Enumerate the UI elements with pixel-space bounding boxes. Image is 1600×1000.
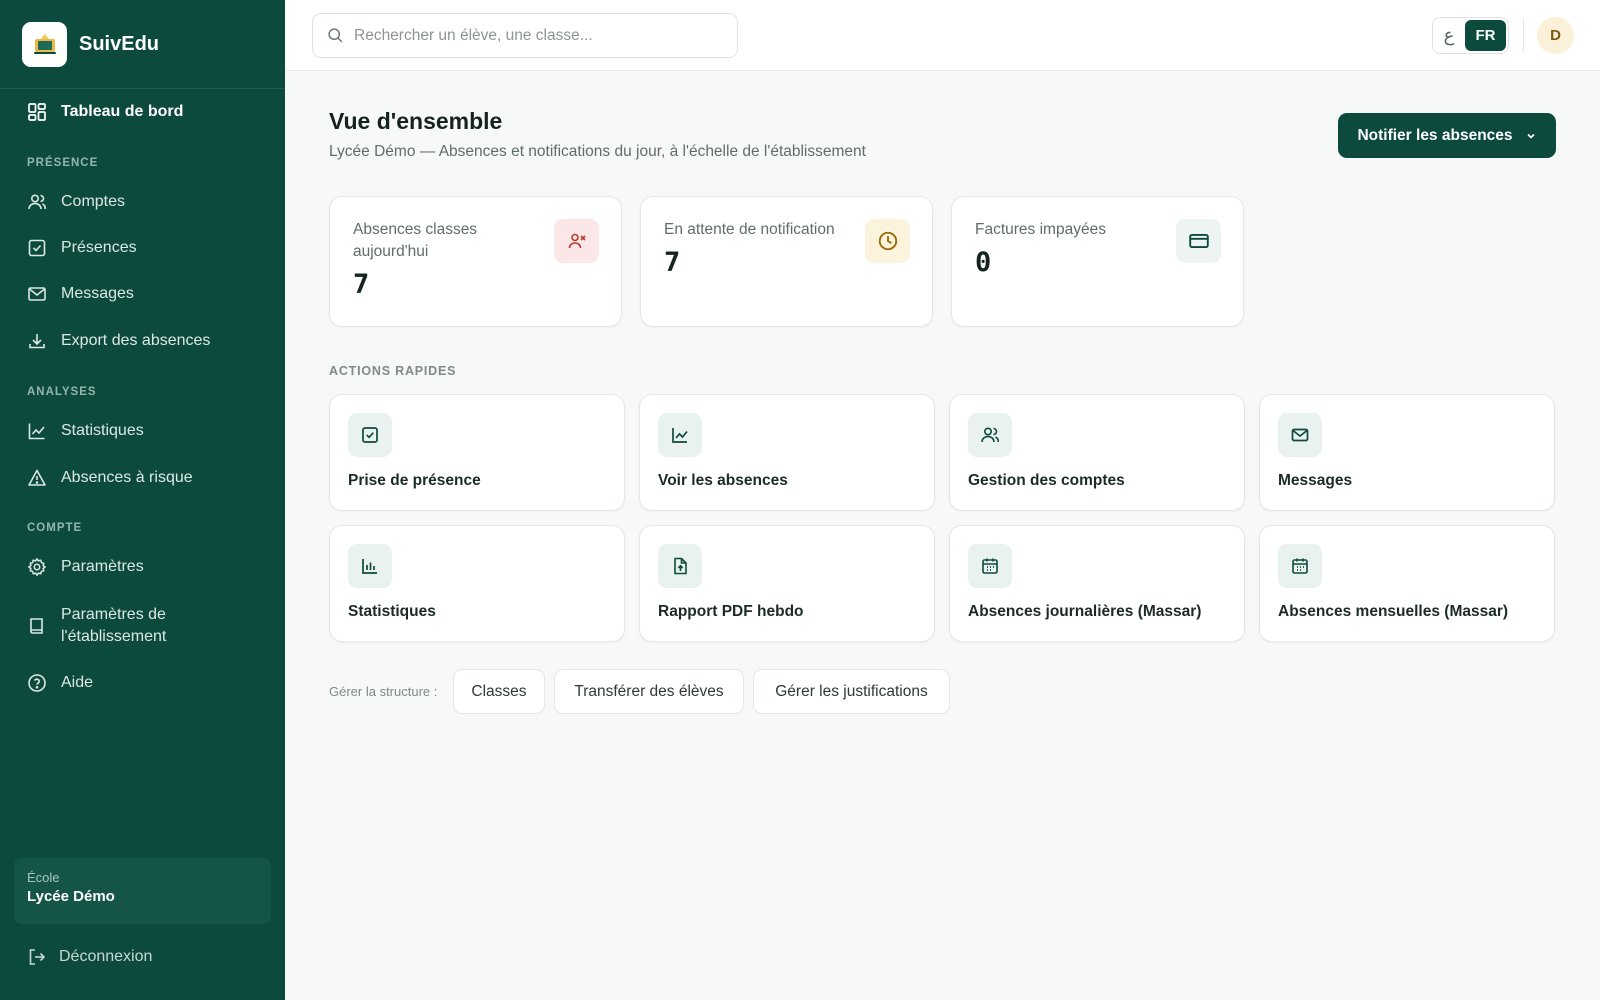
action-label: Statistiques	[348, 603, 436, 620]
sidebar-item-parametres[interactable]: Paramètres	[0, 554, 285, 580]
section-presence: PRÉSENCE	[27, 157, 99, 169]
sidebar-item-label: Tableau de bord	[61, 103, 184, 120]
school-name: Lycée Démo	[27, 888, 115, 905]
search-box[interactable]	[312, 13, 738, 58]
gear-icon	[28, 558, 46, 576]
users-icon	[968, 413, 1012, 457]
brand-name: SuivEdu	[79, 32, 160, 55]
sidebar-item-label: Messages	[61, 285, 134, 302]
section-compte: COMPTE	[27, 522, 83, 534]
sidebar-item-comptes[interactable]: Comptes	[0, 189, 285, 215]
users-icon	[28, 194, 47, 210]
action-rapport-pdf[interactable]: Rapport PDF hebdo	[639, 525, 935, 642]
check-square-icon	[28, 239, 46, 257]
lang-fr-button[interactable]: FR	[1465, 20, 1506, 51]
notify-absences-button[interactable]: Notifier les absences	[1338, 113, 1556, 158]
sidebar-item-label: Aide	[61, 674, 94, 691]
action-absences-journalieres[interactable]: Absences journalières (Massar)	[949, 525, 1245, 642]
school-label: École	[27, 870, 60, 885]
search-input[interactable]	[354, 26, 714, 45]
line-chart-icon	[28, 423, 45, 440]
language-switcher: ع FR	[1432, 17, 1509, 54]
download-icon	[29, 334, 45, 349]
school-card: École Lycée Démo	[14, 858, 271, 924]
sidebar-item-presences[interactable]: Présences	[0, 235, 285, 261]
action-label: Absences journalières (Massar)	[968, 603, 1202, 620]
stat-label: Absences classes aujourd'hui	[353, 221, 478, 260]
mail-icon	[1278, 413, 1322, 457]
search-icon	[328, 28, 343, 43]
file-upload-icon	[658, 544, 702, 588]
stat-value: 7	[353, 269, 370, 300]
logout-button[interactable]: Déconnexion	[0, 944, 285, 970]
mail-icon	[28, 287, 46, 301]
brand-logo-icon	[22, 21, 67, 67]
page-title: Vue d'ensemble	[329, 108, 503, 134]
action-label: Gestion des comptes	[968, 472, 1125, 489]
sidebar-item-label: l'établissement	[61, 628, 167, 645]
action-label: Absences mensuelles (Massar)	[1278, 603, 1509, 620]
sidebar: SuivEdu Tableau de bord PRÉSENCE Comptes…	[0, 0, 285, 1000]
dashboard-icon	[28, 103, 46, 121]
clock-icon	[865, 219, 910, 263]
book-icon	[30, 618, 43, 634]
page-subtitle: Lycée Démo — Absences et notifications d…	[329, 143, 866, 160]
avatar[interactable]: D	[1537, 17, 1574, 54]
sidebar-item-absences-risque[interactable]: Absences à risque	[0, 465, 285, 491]
manage-justifications-button[interactable]: Gérer les justifications	[753, 669, 950, 714]
quick-actions-title: ACTIONS RAPIDES	[329, 364, 457, 378]
action-prise-presence[interactable]: Prise de présence	[329, 394, 625, 511]
action-absences-mensuelles[interactable]: Absences mensuelles (Massar)	[1259, 525, 1555, 642]
sidebar-item-label: Statistiques	[61, 422, 144, 439]
stat-value: 7	[664, 247, 681, 278]
calendar-icon	[1278, 544, 1322, 588]
sidebar-item-dashboard[interactable]: Tableau de bord	[0, 99, 285, 125]
section-analyses: ANALYSES	[27, 386, 97, 398]
action-label: Voir les absences	[658, 472, 788, 489]
check-square-icon	[348, 413, 392, 457]
sidebar-item-label: Paramètres	[61, 558, 144, 575]
action-gestion-comptes[interactable]: Gestion des comptes	[949, 394, 1245, 511]
stat-card-pending: En attente de notification 7	[640, 196, 933, 327]
logout-label: Déconnexion	[59, 948, 153, 965]
notify-absences-label: Notifier les absences	[1357, 126, 1513, 144]
credit-card-icon	[1176, 219, 1221, 263]
sidebar-item-parametres-etablissement[interactable]: Paramètres de l'établissement	[0, 603, 285, 649]
stat-label: En attente de notification	[664, 221, 835, 238]
alert-triangle-icon	[28, 469, 46, 486]
topbar: ع FR D	[285, 0, 1600, 71]
structure-label: Gérer la structure :	[329, 684, 438, 699]
action-messages[interactable]: Messages	[1259, 394, 1555, 511]
user-x-icon	[554, 219, 599, 263]
divider	[1523, 19, 1524, 52]
sidebar-item-statistiques[interactable]: Statistiques	[0, 418, 285, 444]
sidebar-item-export[interactable]: Export des absences	[0, 328, 285, 354]
sidebar-item-label: Comptes	[61, 193, 126, 210]
stat-card-invoices: Factures impayées 0	[951, 196, 1244, 327]
stat-value: 0	[975, 247, 992, 278]
action-voir-absences[interactable]: Voir les absences	[639, 394, 935, 511]
sidebar-item-label: Paramètres de	[61, 606, 166, 623]
help-circle-icon	[28, 674, 46, 692]
bar-chart-icon	[348, 544, 392, 588]
action-label: Messages	[1278, 472, 1353, 489]
classes-button[interactable]: Classes	[453, 669, 545, 714]
sidebar-item-label: Export des absences	[61, 332, 211, 349]
stat-label: Factures impayées	[975, 221, 1106, 238]
brand[interactable]: SuivEdu	[0, 0, 285, 89]
transfer-students-button[interactable]: Transférer des élèves	[554, 669, 744, 714]
logout-icon	[29, 949, 46, 965]
sidebar-item-messages[interactable]: Messages	[0, 281, 285, 307]
action-label: Rapport PDF hebdo	[658, 603, 804, 620]
sidebar-item-aide[interactable]: Aide	[0, 670, 285, 696]
lang-ar-button[interactable]: ع	[1433, 25, 1465, 46]
line-chart-icon	[658, 413, 702, 457]
action-statistiques[interactable]: Statistiques	[329, 525, 625, 642]
stat-card-absences: Absences classes aujourd'hui 7	[329, 196, 622, 327]
sidebar-item-label: Absences à risque	[61, 469, 193, 486]
sidebar-item-label: Présences	[61, 239, 137, 256]
calendar-icon	[968, 544, 1012, 588]
chevron-down-icon	[1526, 133, 1535, 139]
action-label: Prise de présence	[348, 472, 481, 489]
